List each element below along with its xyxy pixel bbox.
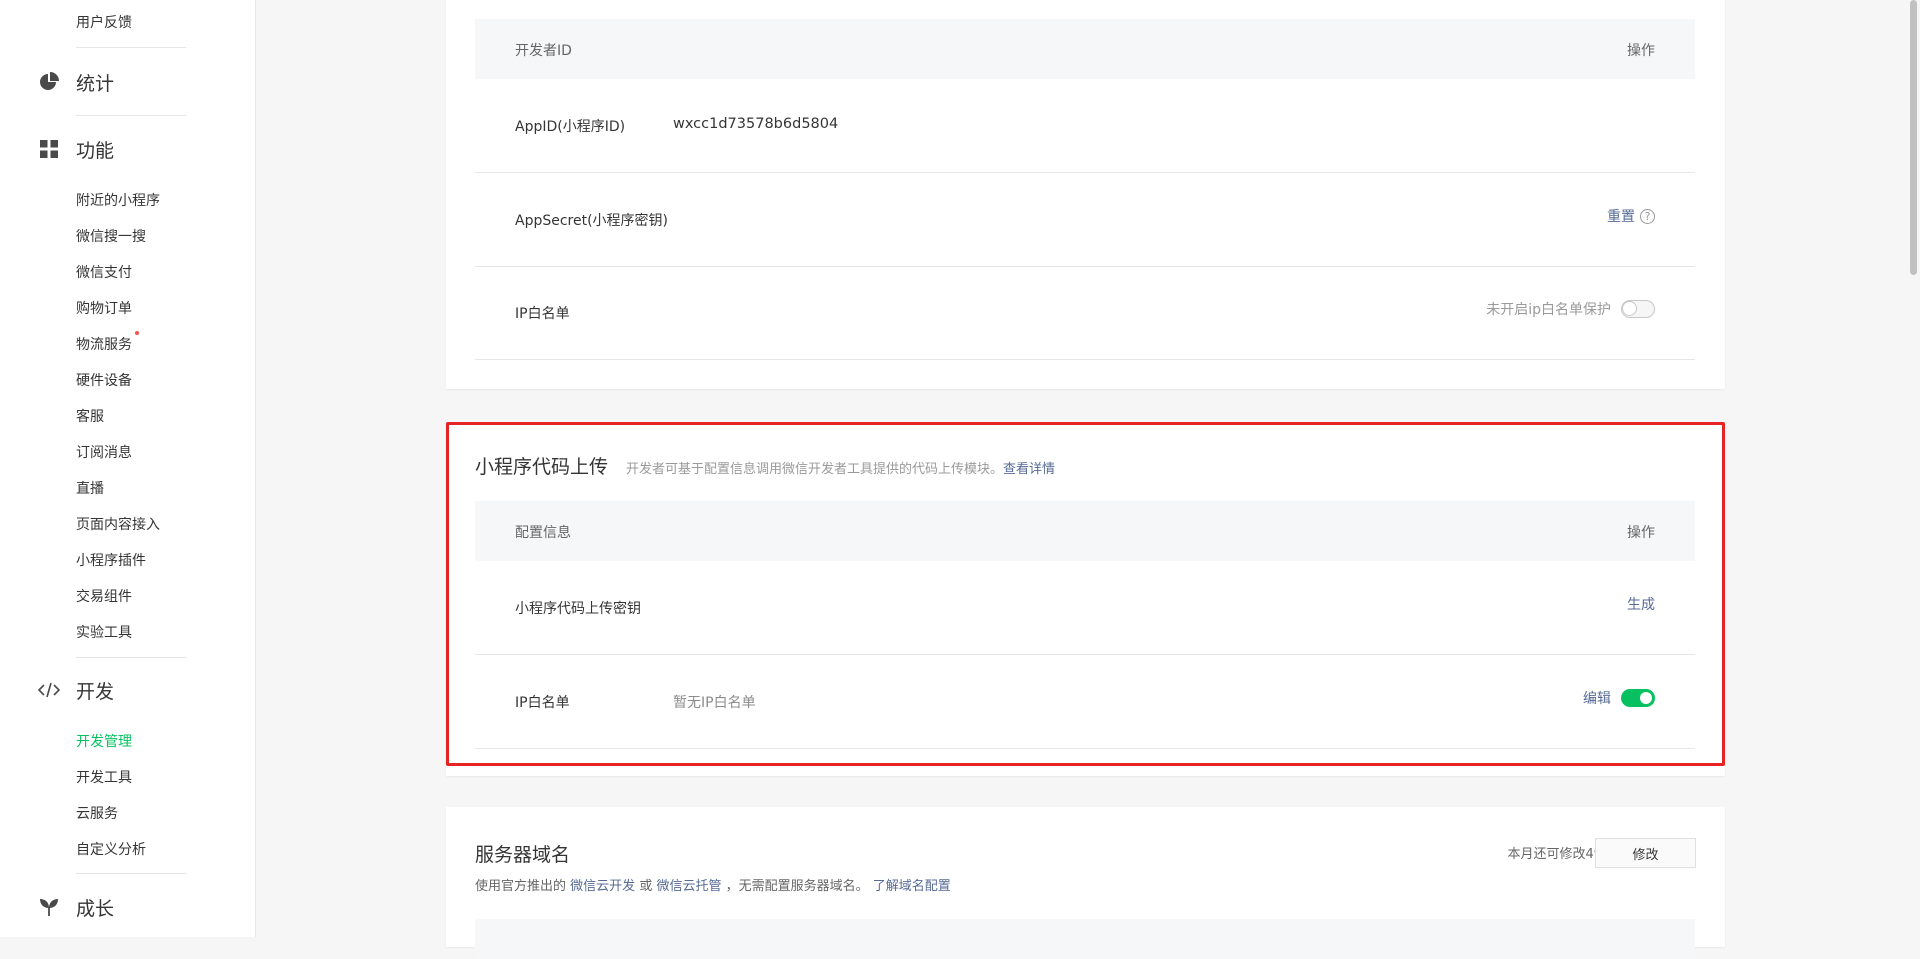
sidebar-item-live[interactable]: 直播 <box>76 478 104 498</box>
reset-secret-link[interactable]: 重置 <box>1607 206 1635 226</box>
upload-ip-whitelist-label: IP白名单 <box>515 695 570 711</box>
appsecret-row: AppSecret(小程序密钥) 重置 ? <box>475 173 1695 267</box>
sidebar-section-growth[interactable]: 成长 <box>38 894 114 920</box>
sidebar-item-wechat-search[interactable]: 微信搜一搜 <box>76 226 146 246</box>
sidebar-item-dev-tools[interactable]: 开发工具 <box>76 767 132 787</box>
sidebar-section-label: 功能 <box>76 139 115 162</box>
code-icon <box>38 679 60 701</box>
description-suffix: ，无需配置服务器域名。 <box>725 879 869 894</box>
sidebar-section-dev[interactable]: 开发 <box>38 677 114 703</box>
description-prefix: 使用官方推出的 <box>475 879 567 894</box>
sidebar-section-label: 统计 <box>76 72 115 95</box>
upload-ip-whitelist-actions: 编辑 <box>1583 688 1655 708</box>
upload-key-actions: 生成 <box>1627 594 1655 614</box>
sidebar-item-wechat-pay[interactable]: 微信支付 <box>76 262 132 282</box>
page-scrollbar[interactable] <box>1910 0 1917 275</box>
upload-ip-whitelist-value: 暂无IP白名单 <box>673 695 756 711</box>
sidebar-section-stats[interactable]: 统计 <box>38 69 114 95</box>
sidebar-section-label: 开发 <box>76 680 115 703</box>
sidebar-item-cloud-service[interactable]: 云服务 <box>76 803 118 823</box>
upload-ip-whitelist-row: IP白名单 暂无IP白名单 编辑 <box>475 655 1695 749</box>
server-domain-description: 使用官方推出的 微信云开发 或 微信云托管 ，无需配置服务器域名。 了解域名配置 <box>475 875 951 894</box>
upload-key-label: 小程序代码上传密钥 <box>515 601 641 617</box>
developer-id-panel: 开发者ID 操作 AppID(小程序ID) wxcc1d73578b6d5804… <box>446 0 1725 389</box>
ip-whitelist-actions: 未开启ip白名单保护 <box>1486 299 1655 319</box>
cloud-dev-link[interactable]: 微信云开发 <box>570 879 635 894</box>
sidebar-item-custom-analysis[interactable]: 自定义分析 <box>76 839 146 859</box>
sidebar-item-page-content[interactable]: 页面内容接入 <box>76 514 160 534</box>
column-header-actions: 操作 <box>1627 43 1655 59</box>
appsecret-actions: 重置 ? <box>1607 206 1655 226</box>
sidebar-divider <box>76 47 186 48</box>
sidebar-section-features[interactable]: 功能 <box>38 136 114 162</box>
generate-key-link[interactable]: 生成 <box>1627 594 1655 614</box>
toggle-knob <box>1623 302 1636 315</box>
developer-id-table-header: 开发者ID 操作 <box>475 19 1695 79</box>
sidebar-item-dev-management[interactable]: 开发管理 <box>76 731 132 751</box>
sidebar-item-feedback[interactable]: 用户反馈 <box>76 12 132 32</box>
new-badge-dot <box>135 331 139 335</box>
sidebar-item-plugins[interactable]: 小程序插件 <box>76 550 146 570</box>
sprout-icon <box>38 896 60 918</box>
modify-button[interactable]: 修改 <box>1595 838 1696 868</box>
description-or: 或 <box>639 879 653 894</box>
ip-whitelist-toggle[interactable] <box>1621 300 1655 318</box>
ip-whitelist-row: IP白名单 未开启ip白名单保护 <box>475 266 1695 360</box>
sidebar-item-shopping-orders[interactable]: 购物订单 <box>76 298 132 318</box>
server-domain-title: 服务器域名 <box>475 844 571 866</box>
cloud-hosting-link[interactable]: 微信云托管 <box>656 879 721 894</box>
grid-icon <box>38 138 60 160</box>
sidebar-item-experiment-tools[interactable]: 实验工具 <box>76 622 132 642</box>
ip-whitelist-label: IP白名单 <box>515 306 570 322</box>
ip-whitelist-status: 未开启ip白名单保护 <box>1486 302 1611 318</box>
learn-domain-config-link[interactable]: 了解域名配置 <box>873 879 951 894</box>
server-domain-table-header <box>475 919 1695 959</box>
upload-key-row: 小程序代码上传密钥 生成 <box>475 561 1695 655</box>
appid-label: AppID(小程序ID) <box>515 119 626 135</box>
code-upload-title: 小程序代码上传 <box>475 456 609 478</box>
code-upload-title-bar: 小程序代码上传 开发者可基于配置信息调用微信开发者工具提供的代码上传模块。 查看… <box>475 452 1055 479</box>
pie-chart-icon <box>38 71 60 93</box>
appsecret-label: AppSecret(小程序密钥) <box>515 213 669 229</box>
column-header-developer-id: 开发者ID <box>515 43 572 59</box>
toggle-knob <box>1640 692 1652 704</box>
code-upload-panel: 小程序代码上传 开发者可基于配置信息调用微信开发者工具提供的代码上传模块。 查看… <box>446 423 1725 776</box>
sidebar-item-trade-components[interactable]: 交易组件 <box>76 586 132 606</box>
code-upload-description: 开发者可基于配置信息调用微信开发者工具提供的代码上传模块。 <box>626 462 1004 477</box>
appid-value: wxcc1d73578b6d5804 <box>673 116 839 132</box>
sidebar-divider <box>76 873 186 874</box>
view-details-link[interactable]: 查看详情 <box>1003 458 1055 477</box>
code-upload-table-header: 配置信息 操作 <box>475 501 1695 561</box>
sidebar: 用户反馈 统计 功能 附近的小程序 微信搜一搜 微信支付 购物订单 物流服务 硬… <box>0 0 256 937</box>
sidebar-section-label: 成长 <box>76 897 115 920</box>
sidebar-item-hardware[interactable]: 硬件设备 <box>76 370 132 390</box>
server-domain-panel: 服务器域名 本月还可修改49次 修改 使用官方推出的 微信云开发 或 微信云托管… <box>446 807 1725 959</box>
sidebar-item-customer-service[interactable]: 客服 <box>76 406 104 426</box>
sidebar-item-nearby-miniprogram[interactable]: 附近的小程序 <box>76 190 160 210</box>
sidebar-item-subscribe-messages[interactable]: 订阅消息 <box>76 442 132 462</box>
sidebar-divider <box>76 115 186 116</box>
column-header-config: 配置信息 <box>515 525 571 541</box>
appid-row: AppID(小程序ID) wxcc1d73578b6d5804 <box>475 79 1695 173</box>
sidebar-item-label: 物流服务 <box>76 337 132 353</box>
edit-ip-whitelist-link[interactable]: 编辑 <box>1583 688 1611 708</box>
column-header-actions: 操作 <box>1627 525 1655 541</box>
upload-ip-whitelist-toggle[interactable] <box>1621 689 1655 707</box>
sidebar-divider <box>76 657 186 658</box>
help-icon[interactable]: ? <box>1640 208 1655 224</box>
sidebar-item-logistics[interactable]: 物流服务 <box>76 331 139 354</box>
